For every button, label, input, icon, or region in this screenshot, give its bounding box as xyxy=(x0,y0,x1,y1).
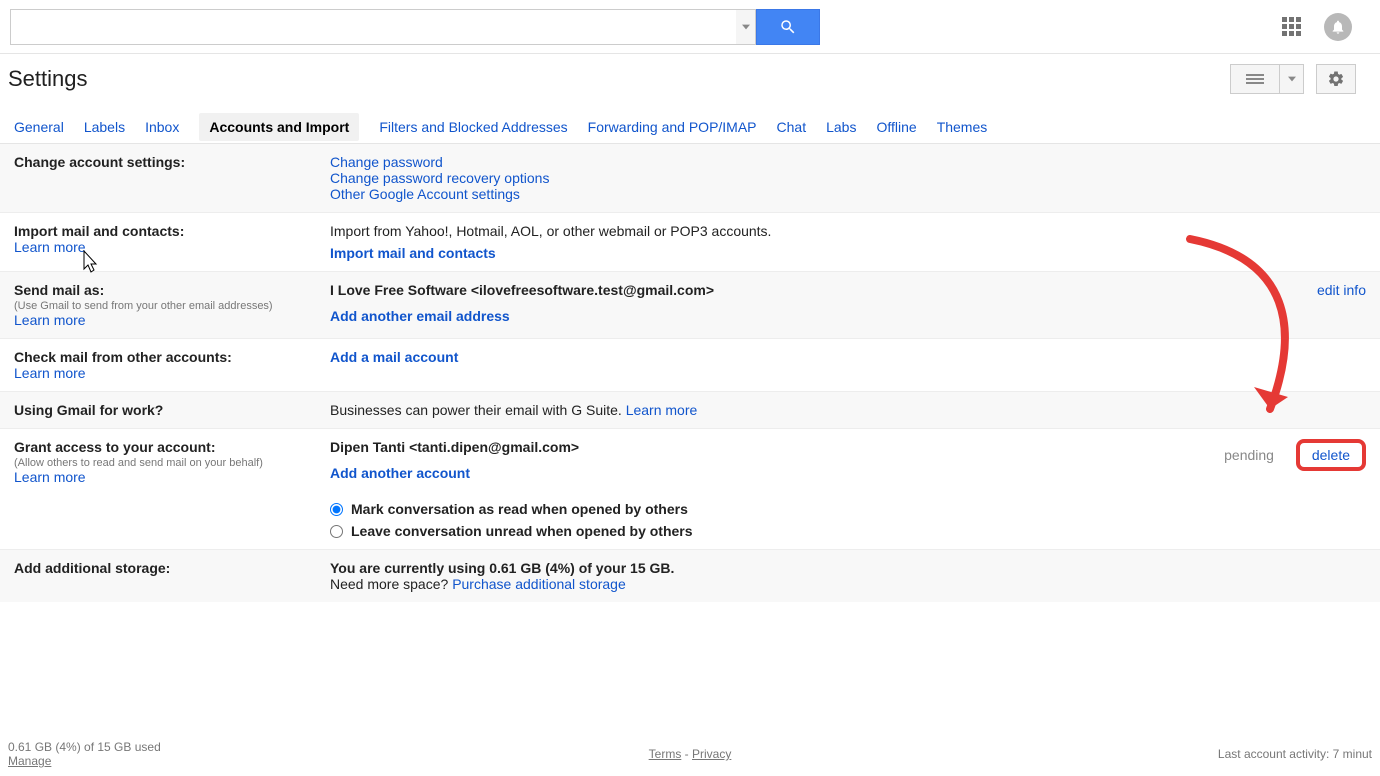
gear-icon xyxy=(1327,70,1345,88)
label-import-mail: Import mail and contacts: xyxy=(14,223,330,239)
radio-mark-read-label: Mark conversation as read when opened by… xyxy=(351,501,688,517)
link-grant-learn[interactable]: Learn more xyxy=(14,469,86,485)
link-privacy[interactable]: Privacy xyxy=(692,747,731,761)
tab-offline[interactable]: Offline xyxy=(876,119,916,135)
label-check-mail: Check mail from other accounts: xyxy=(14,349,330,365)
link-other-settings[interactable]: Other Google Account settings xyxy=(330,186,520,202)
text-gsuite-desc: Businesses can power their email with G … xyxy=(330,402,622,418)
tab-labels[interactable]: Labels xyxy=(84,119,125,135)
row-change-account: Change account settings: Change password… xyxy=(0,144,1380,213)
link-change-password[interactable]: Change password xyxy=(330,154,443,170)
link-sendas-learn[interactable]: Learn more xyxy=(14,312,86,328)
top-right-controls xyxy=(1282,13,1372,41)
notifications-icon[interactable] xyxy=(1324,13,1352,41)
tab-chat[interactable]: Chat xyxy=(777,119,807,135)
title-row: Settings xyxy=(0,54,1380,110)
tab-forwarding[interactable]: Forwarding and POP/IMAP xyxy=(588,119,757,135)
link-import-learn[interactable]: Learn more xyxy=(14,239,86,255)
search-container xyxy=(10,9,820,45)
title-toolbar xyxy=(1230,64,1372,94)
search-button[interactable] xyxy=(756,9,820,45)
radio-leave-unread[interactable] xyxy=(330,525,343,538)
text-import-desc: Import from Yahoo!, Hotmail, AOL, or oth… xyxy=(330,223,1366,239)
status-pending: pending xyxy=(1224,447,1274,463)
label-send-as: Send mail as: xyxy=(14,282,330,298)
action-add-account[interactable]: Add another account xyxy=(330,465,470,481)
tab-inbox[interactable]: Inbox xyxy=(145,119,179,135)
action-import-mail[interactable]: Import mail and contacts xyxy=(330,245,496,261)
text-sendas-entry: I Love Free Software <ilovefreesoftware.… xyxy=(330,282,1297,298)
tab-accounts-import[interactable]: Accounts and Import xyxy=(199,113,359,141)
tab-filters[interactable]: Filters and Blocked Addresses xyxy=(379,119,567,135)
footer-usage: 0.61 GB (4%) of 15 GB used xyxy=(8,740,161,754)
sub-grant-access: (Allow others to read and send mail on y… xyxy=(14,457,330,469)
link-gsuite-learn[interactable]: Learn more xyxy=(626,402,698,418)
link-purchase-storage[interactable]: Purchase additional storage xyxy=(452,576,626,592)
label-grant-access: Grant access to your account: xyxy=(14,439,330,455)
search-icon xyxy=(779,18,797,36)
tab-labs[interactable]: Labs xyxy=(826,119,856,135)
text-grant-entry: Dipen Tanti <tanti.dipen@gmail.com> xyxy=(330,439,1204,455)
caret-down-icon xyxy=(1288,75,1296,83)
link-checkmail-learn[interactable]: Learn more xyxy=(14,365,86,381)
top-bar xyxy=(0,0,1380,54)
row-gsuite: Using Gmail for work? Businesses can pow… xyxy=(0,392,1380,429)
row-storage: Add additional storage: You are currentl… xyxy=(0,550,1380,602)
label-storage: Add additional storage: xyxy=(14,560,330,576)
label-change-account: Change account settings: xyxy=(14,154,330,170)
label-gsuite: Using Gmail for work? xyxy=(14,402,330,418)
link-delete-delegate[interactable]: delete xyxy=(1312,447,1350,463)
search-options-dropdown[interactable] xyxy=(736,9,756,45)
row-import-mail: Import mail and contacts: Learn more Imp… xyxy=(0,213,1380,272)
apps-icon[interactable] xyxy=(1282,17,1302,37)
row-grant-access: Grant access to your account: (Allow oth… xyxy=(0,429,1380,550)
link-edit-info[interactable]: edit info xyxy=(1317,282,1366,298)
caret-down-icon xyxy=(742,23,750,31)
link-change-recovery[interactable]: Change password recovery options xyxy=(330,170,549,186)
tab-themes[interactable]: Themes xyxy=(937,119,988,135)
sub-send-as: (Use Gmail to send from your other email… xyxy=(14,300,330,312)
footer-activity: Last account activity: 7 minut xyxy=(1218,747,1372,761)
tab-general[interactable]: General xyxy=(14,119,64,135)
radio-leave-unread-label: Leave conversation unread when opened by… xyxy=(351,523,693,539)
action-add-email[interactable]: Add another email address xyxy=(330,308,510,324)
link-terms[interactable]: Terms xyxy=(649,747,682,761)
action-add-mail-account[interactable]: Add a mail account xyxy=(330,349,458,365)
density-button[interactable] xyxy=(1230,64,1280,94)
density-dropdown[interactable] xyxy=(1280,64,1304,94)
settings-body: Change account settings: Change password… xyxy=(0,144,1380,602)
row-send-as: Send mail as: (Use Gmail to send from yo… xyxy=(0,272,1380,339)
text-need-space: Need more space? xyxy=(330,576,452,592)
row-check-mail: Check mail from other accounts: Learn mo… xyxy=(0,339,1380,392)
settings-tabs: General Labels Inbox Accounts and Import… xyxy=(0,110,1380,144)
footer: 0.61 GB (4%) of 15 GB used Manage Terms … xyxy=(0,740,1380,768)
text-storage-usage: You are currently using 0.61 GB (4%) of … xyxy=(330,560,1366,576)
radio-mark-read[interactable] xyxy=(330,503,343,516)
page-title: Settings xyxy=(8,66,88,92)
link-manage-storage[interactable]: Manage xyxy=(8,754,51,768)
search-input[interactable] xyxy=(10,9,736,45)
settings-gear-button[interactable] xyxy=(1316,64,1356,94)
